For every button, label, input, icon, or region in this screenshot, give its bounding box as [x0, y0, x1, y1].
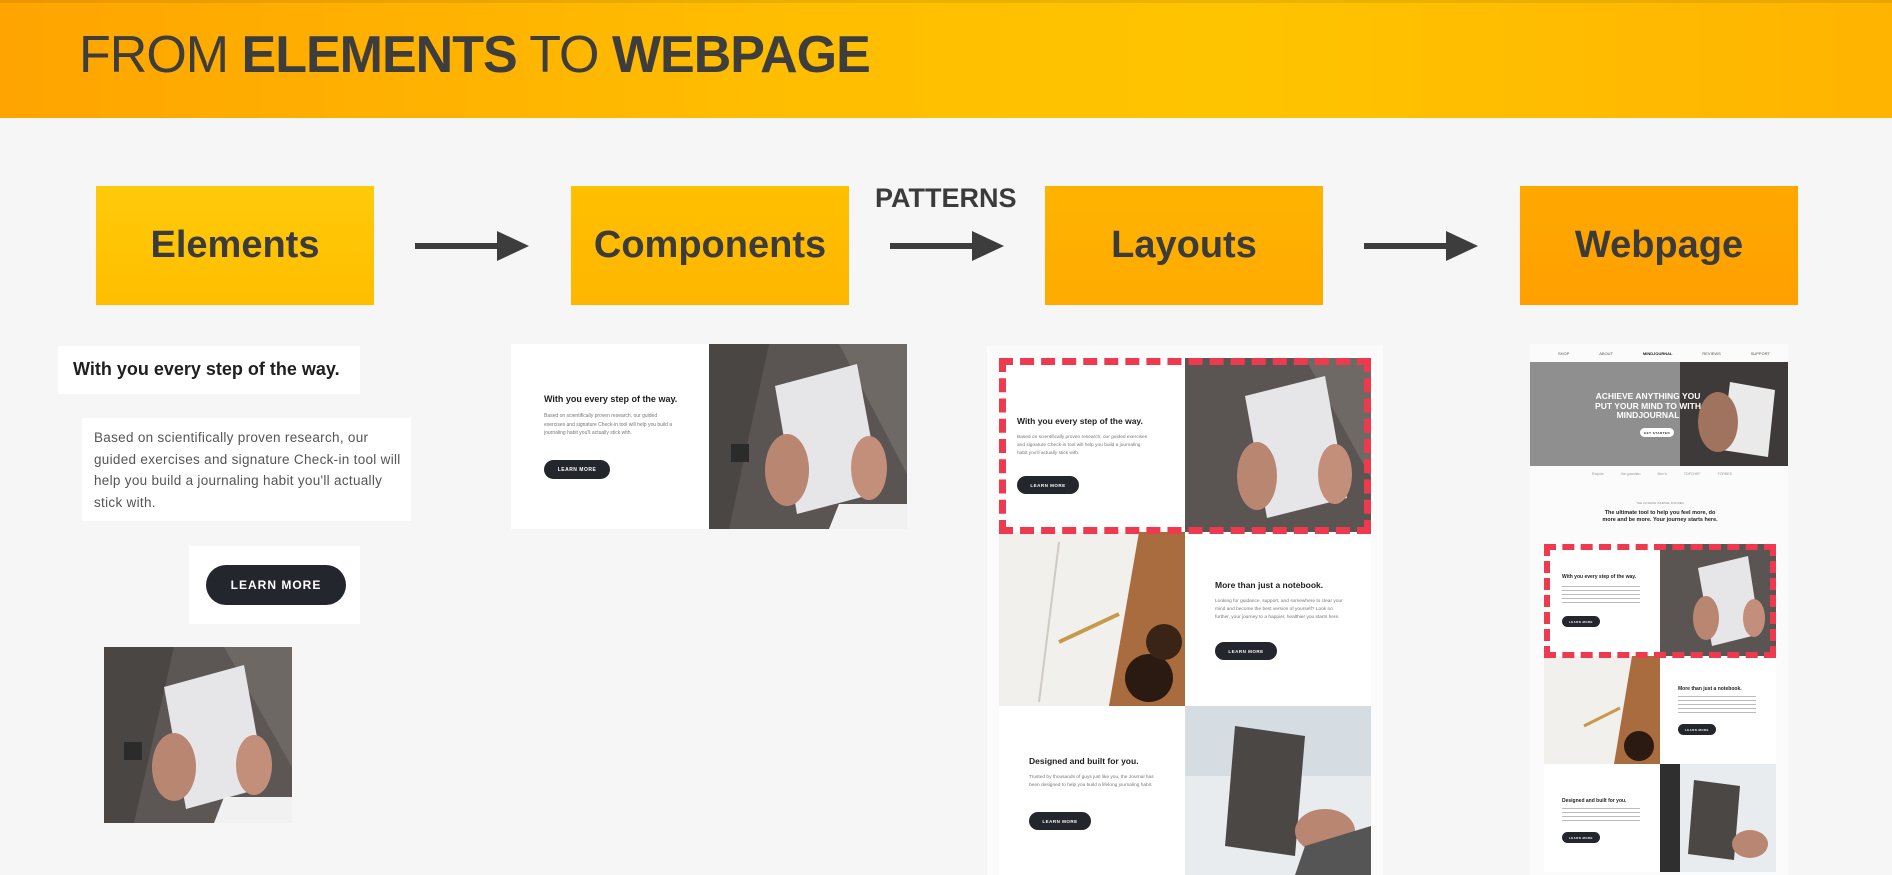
webpage-section-heading: More than just a notebook. — [1678, 686, 1742, 692]
component-notebook-photo — [709, 344, 907, 529]
webpage-section-2: More than just a notebook. LEARN MORE — [1660, 656, 1776, 764]
nav-item[interactable]: REVIEWS — [1702, 351, 1720, 356]
press-logos: Esquire the guardian Men's TOPCHEF FORBE… — [1592, 472, 1732, 476]
component-learn-more-button[interactable]: LEARN MORE — [544, 460, 610, 479]
layout-preview: With you every step of the way. Based on… — [987, 346, 1383, 875]
layout-learn-more-button[interactable]: LEARN MORE — [1215, 642, 1277, 660]
title-word-to: TO — [529, 26, 599, 84]
webpage-dark-notebook-photo — [1660, 764, 1776, 872]
layout-section-heading: More than just a notebook. — [1215, 580, 1324, 590]
title-word-elements: ELEMENTS — [241, 26, 518, 84]
press-logo: TOPCHEF — [1683, 472, 1701, 476]
component-paragraph: Based on scientifically proven research,… — [544, 413, 673, 436]
arrow-right-icon — [890, 231, 1004, 261]
press-logo: Men's — [1657, 472, 1667, 476]
notebook-photo — [104, 647, 292, 823]
layout-section-paragraph: Looking for guidance, support, and somew… — [1215, 599, 1343, 620]
nav-item[interactable]: SHOP — [1558, 351, 1569, 356]
intro-kicker: THE ULTIMATE JOURNAL FOR MEN — [1636, 501, 1684, 505]
hero-get-started-button[interactable]: GET STARTED — [1640, 428, 1674, 437]
layout-open-notebook-photo — [999, 532, 1185, 706]
component-heading: With you every step of the way. — [544, 394, 678, 404]
title-word-webpage: WEBPAGE — [611, 26, 871, 84]
nav-item[interactable]: SUPPORT — [1751, 351, 1770, 356]
pattern-highlight — [1544, 544, 1776, 658]
webpage-learn-more-button[interactable]: LEARN MORE — [1562, 832, 1600, 843]
stage-components: Components — [571, 186, 849, 305]
patterns-label: PATTERNS — [875, 183, 1017, 213]
press-logo: FORBES — [1717, 472, 1732, 476]
webpage-hero: ACHIEVE ANYTHING YOU PUT YOUR MIND TO WI… — [1530, 362, 1788, 466]
press-logo: Esquire — [1592, 472, 1604, 476]
layout-section-heading: Designed and built for you. — [1029, 756, 1139, 766]
pattern-highlight — [999, 358, 1371, 534]
webpage-section-text — [1678, 696, 1756, 716]
layout-section-3: Designed and built for you. Trusted by t… — [999, 706, 1185, 875]
title-banner: FROM ELEMENTS TO WEBPAGE — [0, 0, 1892, 118]
arrow-right-icon — [415, 231, 529, 261]
webpage-nav: SHOP ABOUT MINDJOURNAL REVIEWS SUPPORT — [1558, 349, 1770, 357]
title-word-from: FROM — [79, 26, 229, 84]
layout-dark-notebook-photo — [1185, 706, 1371, 875]
component-card: With you every step of the way. Based on… — [511, 344, 907, 529]
element-paragraph: Based on scientifically proven research,… — [94, 430, 401, 510]
press-logo: the guardian — [1620, 472, 1641, 476]
webpage-learn-more-button[interactable]: LEARN MORE — [1678, 724, 1716, 735]
element-heading-card: With you every step of the way. — [58, 346, 360, 394]
element-paragraph-card: Based on scientifically proven research,… — [82, 418, 411, 521]
webpage-preview: SHOP ABOUT MINDJOURNAL REVIEWS SUPPORT A… — [1530, 344, 1788, 875]
webpage-section-heading: Designed and built for you. — [1562, 798, 1627, 804]
webpage-open-notebook-photo — [1544, 656, 1660, 764]
hero-title: ACHIEVE ANYTHING YOU PUT YOUR MIND TO WI… — [1595, 391, 1701, 420]
layout-section-2: More than just a notebook. Looking for g… — [1185, 532, 1371, 706]
layout-learn-more-button[interactable]: LEARN MORE — [1029, 812, 1091, 830]
webpage-section-text — [1562, 808, 1640, 824]
nav-item[interactable]: ABOUT — [1599, 351, 1613, 356]
stage-elements: Elements — [96, 186, 374, 305]
element-heading: With you every step of the way. — [73, 359, 340, 379]
nav-logo[interactable]: MINDJOURNAL — [1643, 351, 1673, 356]
intro-text: The ultimate tool to help you feel more,… — [1602, 510, 1718, 523]
stage-layouts: Layouts — [1045, 186, 1323, 305]
arrow-right-icon — [1364, 231, 1478, 261]
stage-webpage: Webpage — [1520, 186, 1798, 305]
layout-section-paragraph: Trusted by thousands of guys just like y… — [1029, 775, 1154, 788]
webpage-section-3: Designed and built for you. LEARN MORE — [1544, 764, 1660, 872]
element-button-card: LEARN MORE — [189, 546, 360, 624]
learn-more-button[interactable]: LEARN MORE — [206, 565, 346, 605]
page-title: FROM ELEMENTS TO WEBPAGE — [79, 25, 871, 85]
